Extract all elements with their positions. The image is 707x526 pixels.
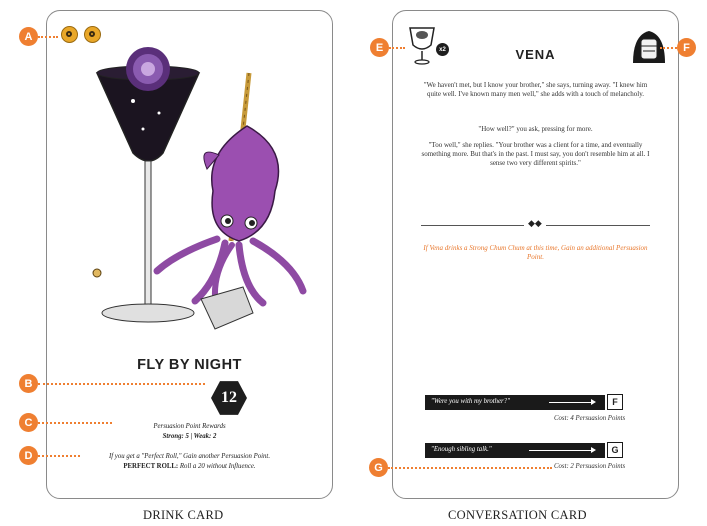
- dialogue-paragraph: "We haven't met, but I know your brother…: [423, 81, 648, 98]
- choice-option[interactable]: "Enough sibling talk.": [425, 443, 605, 458]
- arrow-line: [529, 450, 591, 451]
- choice-cost: Cost: 2 Persuasion Points: [554, 463, 626, 470]
- perfect-roll-label: PERFECT ROLL:: [123, 463, 179, 470]
- callout-marker: E: [370, 38, 389, 57]
- arrow-right-icon: [591, 447, 596, 453]
- drink-card-caption: DRINK CARD: [143, 508, 224, 522]
- conversation-card: x2 VENA "We haven't met, but I know your…: [392, 10, 679, 499]
- choice-letter-box[interactable]: G: [607, 442, 623, 458]
- arrow-line: [549, 402, 591, 403]
- callout-line: [38, 422, 112, 424]
- choice-cost: Cost: 4 Persuasion Points: [554, 415, 626, 422]
- drink-value-hexagon: 12: [211, 381, 247, 415]
- bonus-line: If you get a "Perfect Roll," Gain anothe…: [108, 453, 271, 460]
- arrow-right-icon: [591, 399, 596, 405]
- drink-illustration: [92, 47, 307, 330]
- perfect-roll-line: PERFECT ROLL: Roll a 20 without Influenc…: [47, 463, 332, 470]
- bonus-note: If Vena drinks a Strong Chum Chum at thi…: [423, 244, 648, 261]
- callout-marker: F: [677, 38, 696, 57]
- character-portrait-icon: [633, 31, 665, 63]
- callout-line: [660, 47, 677, 49]
- callout-line: [388, 467, 552, 469]
- squid-illustration: [153, 125, 307, 314]
- choice-letter-box[interactable]: F: [607, 394, 623, 410]
- choice-text: "Enough sibling talk.": [431, 446, 492, 453]
- drink-title: FLY BY NIGHT: [137, 357, 242, 373]
- cocktail-glass-illustration: [95, 47, 201, 323]
- perfect-roll-text: Roll a 20 without Influence.: [179, 463, 256, 470]
- callout-marker: A: [19, 27, 38, 46]
- rewards-heading: Persuasion Point Rewards: [153, 423, 226, 430]
- choice-text: "Were you with my brother?": [431, 398, 510, 405]
- callout-marker: G: [369, 458, 388, 477]
- callout-line: [38, 383, 205, 385]
- callout-marker: C: [19, 413, 38, 432]
- callout-marker: B: [19, 374, 38, 393]
- strong-weak-rewards: Strong: 5 | Weak: 2: [162, 433, 217, 440]
- drink-card: FLY BY NIGHT 12 Persuasion Point Rewards…: [46, 10, 333, 499]
- callout-line: [38, 455, 80, 457]
- callout-line: [38, 36, 58, 38]
- callout-marker: D: [19, 446, 38, 465]
- choice-option[interactable]: "Were you with my brother?": [425, 395, 605, 410]
- dialogue-paragraph: "How well?" you ask, pressing for more.: [478, 125, 593, 133]
- callout-line: [389, 47, 405, 49]
- dialogue-paragraph: "Too well," she replies. "Your brother w…: [421, 141, 650, 167]
- separator-ornament: ◆◆: [524, 219, 546, 229]
- conversation-card-caption: CONVERSATION CARD: [448, 508, 587, 522]
